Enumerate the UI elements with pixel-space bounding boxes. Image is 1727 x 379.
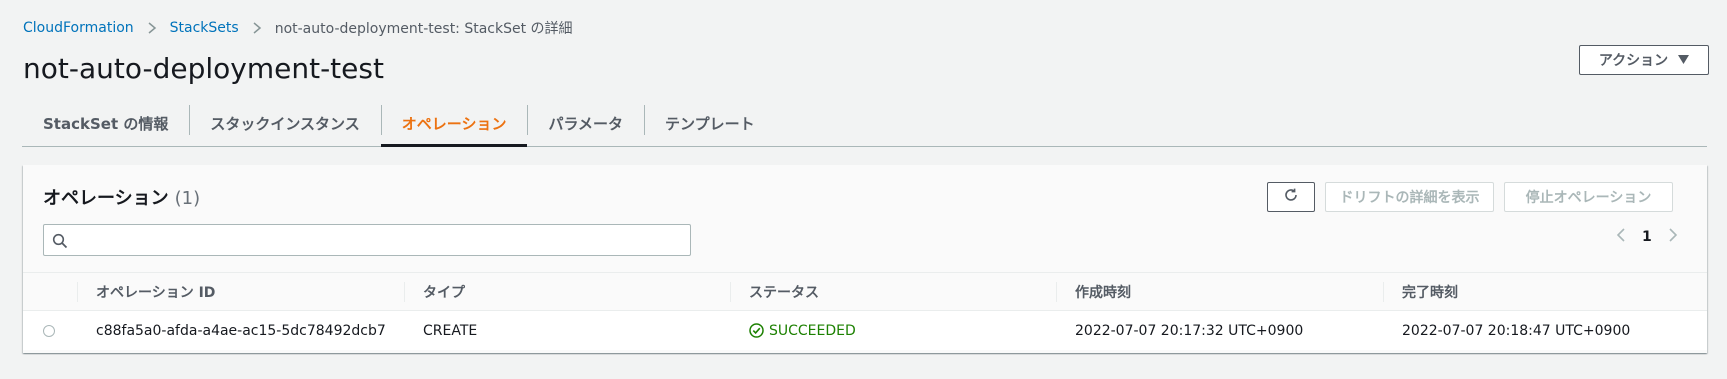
completed-time-cell: 2022-07-07 20:18:47 UTC+0900 [1402,322,1631,339]
chevron-right-icon [251,21,263,35]
page-title: not-auto-deployment-test [23,52,384,85]
chevron-right-icon [146,21,158,35]
tab-parameters[interactable]: パラメータ [527,101,644,146]
stop-operation-button[interactable]: 停止オペレーション [1504,182,1673,212]
actions-dropdown-button[interactable]: アクション [1579,45,1709,75]
tab-template[interactable]: テンプレート [644,101,776,146]
created-time-cell: 2022-07-07 20:17:32 UTC+0900 [1075,322,1304,339]
column-header-completed-time[interactable]: 完了時刻 [1383,273,1458,310]
refresh-button[interactable] [1267,182,1315,212]
column-header-type[interactable]: タイプ [404,273,465,310]
table-row[interactable]: c88fa5a0-afda-a4ae-ac15-5dc78492dcb7 CRE… [23,311,1707,350]
breadcrumb-current: not-auto-deployment-test: StackSet の詳細 [274,21,573,37]
tab-stackset-info[interactable]: StackSet の情報 [22,101,189,146]
operations-panel: オペレーション (1) ドリフトの詳細を表示 停止オペレーション 1 オペレーシ… [23,165,1707,353]
chevron-left-icon[interactable] [1616,228,1626,246]
tab-bar: StackSet の情報 スタックインスタンス オペレーション パラメータ テン… [22,101,1707,147]
operation-id-cell: c88fa5a0-afda-a4ae-ac15-5dc78492dcb7 [96,322,386,339]
caret-down-icon [1678,52,1690,68]
search-input[interactable] [76,229,680,253]
panel-title: オペレーション (1) [43,184,200,210]
row-select-radio[interactable] [43,311,55,350]
search-field [43,224,691,256]
tab-operations[interactable]: オペレーション [380,101,528,147]
column-header-operation-id[interactable]: オペレーション ID [76,273,215,310]
chevron-right-icon[interactable] [1668,228,1678,246]
status-cell: SUCCEEDED [749,311,856,350]
operations-table: オペレーション ID タイプ ステータス 作成時刻 完了時刻 c88fa5a0-… [23,272,1707,350]
column-header-created-time[interactable]: 作成時刻 [1056,273,1131,310]
success-check-icon [749,323,764,338]
page-number[interactable]: 1 [1642,229,1652,245]
tab-stack-instances[interactable]: スタックインスタンス [189,101,380,146]
type-cell: CREATE [423,322,478,339]
view-drift-details-button[interactable]: ドリフトの詳細を表示 [1325,182,1494,212]
refresh-icon [1283,187,1299,207]
operations-count: (1) [174,188,201,209]
status-text: SUCCEEDED [769,322,856,339]
actions-label: アクション [1598,53,1669,69]
breadcrumb: CloudFormation StackSets not-auto-deploy… [23,18,573,38]
panel-title-text: オペレーション [43,188,169,209]
table-header: オペレーション ID タイプ ステータス 作成時刻 完了時刻 [23,272,1707,311]
pagination: 1 [1616,228,1678,246]
breadcrumb-link-stacksets[interactable]: StackSets [170,20,239,36]
breadcrumb-link-cloudformation[interactable]: CloudFormation [23,20,134,36]
column-header-status[interactable]: ステータス [730,273,819,310]
